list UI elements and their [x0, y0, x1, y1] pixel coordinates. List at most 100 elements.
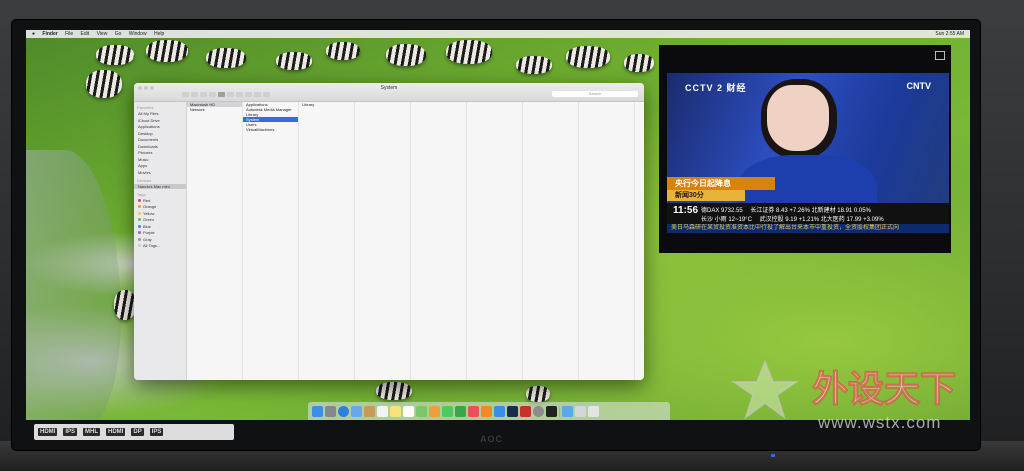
ibooks-icon[interactable] — [481, 405, 492, 417]
folder-icon[interactable] — [562, 405, 573, 417]
list-item-virtualmachines[interactable]: VirtualMachines — [243, 127, 298, 132]
sidebar-header-favorites: Favorites — [137, 105, 154, 110]
column-3: Library — [299, 102, 355, 380]
green-tag-icon — [138, 218, 141, 222]
sidebar-tag-green[interactable]: Green — [138, 217, 186, 222]
monitor-brand-logo: AOC — [480, 434, 503, 444]
sidebar-tag-red[interactable]: Red — [138, 198, 186, 203]
forward-button[interactable] — [191, 92, 198, 97]
menu-bar: ● Finder File Edit View Go Window Help S… — [26, 30, 970, 38]
view-list-button[interactable] — [209, 92, 216, 97]
badge: IPS — [63, 428, 78, 436]
sidebar-tag-purple[interactable]: Purple — [138, 230, 186, 235]
menubar-clock[interactable]: Sun 2:55 AM — [935, 30, 964, 38]
finder-window: System Search Favorites All My Files iCl… — [134, 83, 644, 380]
red-tag-icon — [138, 198, 141, 202]
sidebar-tag-gray[interactable]: Gray — [138, 237, 186, 242]
sidebar-tag-blue[interactable]: Blue — [138, 224, 186, 229]
badge: HDMI — [38, 428, 58, 436]
sidebar-item-documents[interactable]: Documents — [138, 137, 186, 142]
ticker-stocks: 武汉控股 9.19 +1.21% 北大医药 17.99 +3.09% — [759, 217, 884, 223]
dock — [308, 402, 670, 420]
system-preferences-icon[interactable] — [533, 405, 544, 417]
finder-icon[interactable] — [312, 405, 323, 417]
gray-tag-icon — [138, 237, 141, 241]
finder-toolbar — [182, 92, 270, 97]
menu-item-go[interactable]: Go — [115, 31, 122, 37]
menu-item-edit[interactable]: Edit — [81, 31, 90, 37]
menu-item-view[interactable]: View — [97, 31, 108, 37]
wallpaper-stream — [26, 150, 121, 420]
notes-icon[interactable] — [390, 405, 401, 417]
contacts-icon[interactable] — [364, 405, 375, 417]
view-coverflow-button[interactable] — [227, 92, 234, 97]
action-gear-icon[interactable] — [245, 92, 252, 97]
zebra — [376, 382, 412, 400]
zebra — [566, 46, 610, 68]
badge: IPS — [149, 428, 164, 436]
mail-icon[interactable] — [351, 405, 362, 417]
view-icons-button[interactable] — [200, 92, 207, 97]
launchpad-icon[interactable] — [325, 405, 336, 417]
cntv-logo: CNTV — [906, 81, 932, 91]
zebra — [326, 42, 360, 60]
tag-label: Red — [143, 197, 151, 203]
photoshop-icon[interactable] — [507, 405, 518, 417]
tag-label: Purple — [143, 230, 155, 235]
zebra — [86, 70, 122, 98]
apple-menu-icon[interactable]: ● — [32, 31, 35, 37]
blue-tag-icon — [138, 224, 141, 228]
badge: DP — [131, 428, 144, 436]
list-item-network[interactable]: Network — [187, 107, 242, 112]
sidebar-item-icloud-drive[interactable]: iCloud Drive — [138, 118, 186, 123]
app-store-icon[interactable] — [494, 405, 505, 417]
arrange-button[interactable] — [236, 92, 243, 97]
cctv-logo: CCTV 2 财经 — [685, 83, 747, 93]
menu-item-file[interactable]: File — [65, 31, 73, 37]
tag-label: Green — [143, 217, 155, 222]
sidebar-item-applications[interactable]: Applications — [138, 124, 186, 129]
menu-item-finder[interactable]: Finder — [42, 31, 57, 37]
reminders-icon[interactable] — [403, 405, 414, 417]
tv-window[interactable]: CCTV 2 财经 CNTV 央行今日起降息 新闻30分 11:56 德DAX … — [659, 45, 951, 253]
tv-menu-icon[interactable] — [935, 51, 945, 60]
sidebar-item-apps[interactable]: Apps — [138, 163, 186, 168]
edit-tags-button[interactable] — [263, 92, 270, 97]
list-item-library[interactable]: Library — [299, 102, 354, 107]
back-button[interactable] — [182, 92, 189, 97]
menu-item-help[interactable]: Help — [154, 31, 164, 37]
trash-icon[interactable] — [588, 405, 599, 417]
column-5 — [411, 102, 467, 380]
sidebar-item-music[interactable]: Music — [138, 157, 186, 162]
finder-titlebar[interactable]: System Search — [134, 83, 644, 102]
sidebar-tag-yellow[interactable]: Yellow — [138, 211, 186, 216]
terminal-icon[interactable] — [546, 405, 557, 417]
photos-icon[interactable] — [429, 405, 440, 417]
sidebar-tag-orange[interactable]: Orange — [138, 204, 186, 209]
calendar-icon[interactable] — [377, 405, 388, 417]
sidebar-all-tags[interactable]: All Tags... — [138, 243, 186, 248]
downloads-icon[interactable] — [575, 405, 586, 417]
itunes-icon[interactable] — [468, 405, 479, 417]
watermark-url: www.wstx.com — [818, 413, 942, 432]
safari-icon[interactable] — [338, 405, 349, 417]
share-button[interactable] — [254, 92, 261, 97]
view-columns-button[interactable] — [218, 92, 225, 97]
sidebar-item-movies[interactable]: Movies — [138, 170, 186, 175]
column-browser: Macintosh HD Network Applications Autode… — [187, 102, 644, 380]
sidebar-item-pictures[interactable]: Pictures — [138, 150, 186, 155]
sidebar-item-downloads[interactable]: Downloads — [138, 144, 186, 149]
facetime-icon[interactable] — [455, 405, 466, 417]
messages-icon[interactable] — [442, 405, 453, 417]
maps-icon[interactable] — [416, 405, 427, 417]
autocad-icon[interactable] — [520, 405, 531, 417]
separator — [559, 405, 560, 417]
sidebar-item-desktop[interactable]: Desktop — [138, 131, 186, 136]
menu-item-window[interactable]: Window — [129, 31, 147, 37]
search-input[interactable]: Search — [552, 91, 638, 97]
sidebar-item-all-my-files[interactable]: All My Files — [138, 111, 186, 116]
tag-label: Gray — [143, 236, 152, 242]
sidebar-item-mac-mini[interactable]: Nandu's Mac mini — [134, 183, 186, 189]
program-banner: 新闻30分 — [667, 190, 745, 201]
power-led — [771, 454, 775, 457]
